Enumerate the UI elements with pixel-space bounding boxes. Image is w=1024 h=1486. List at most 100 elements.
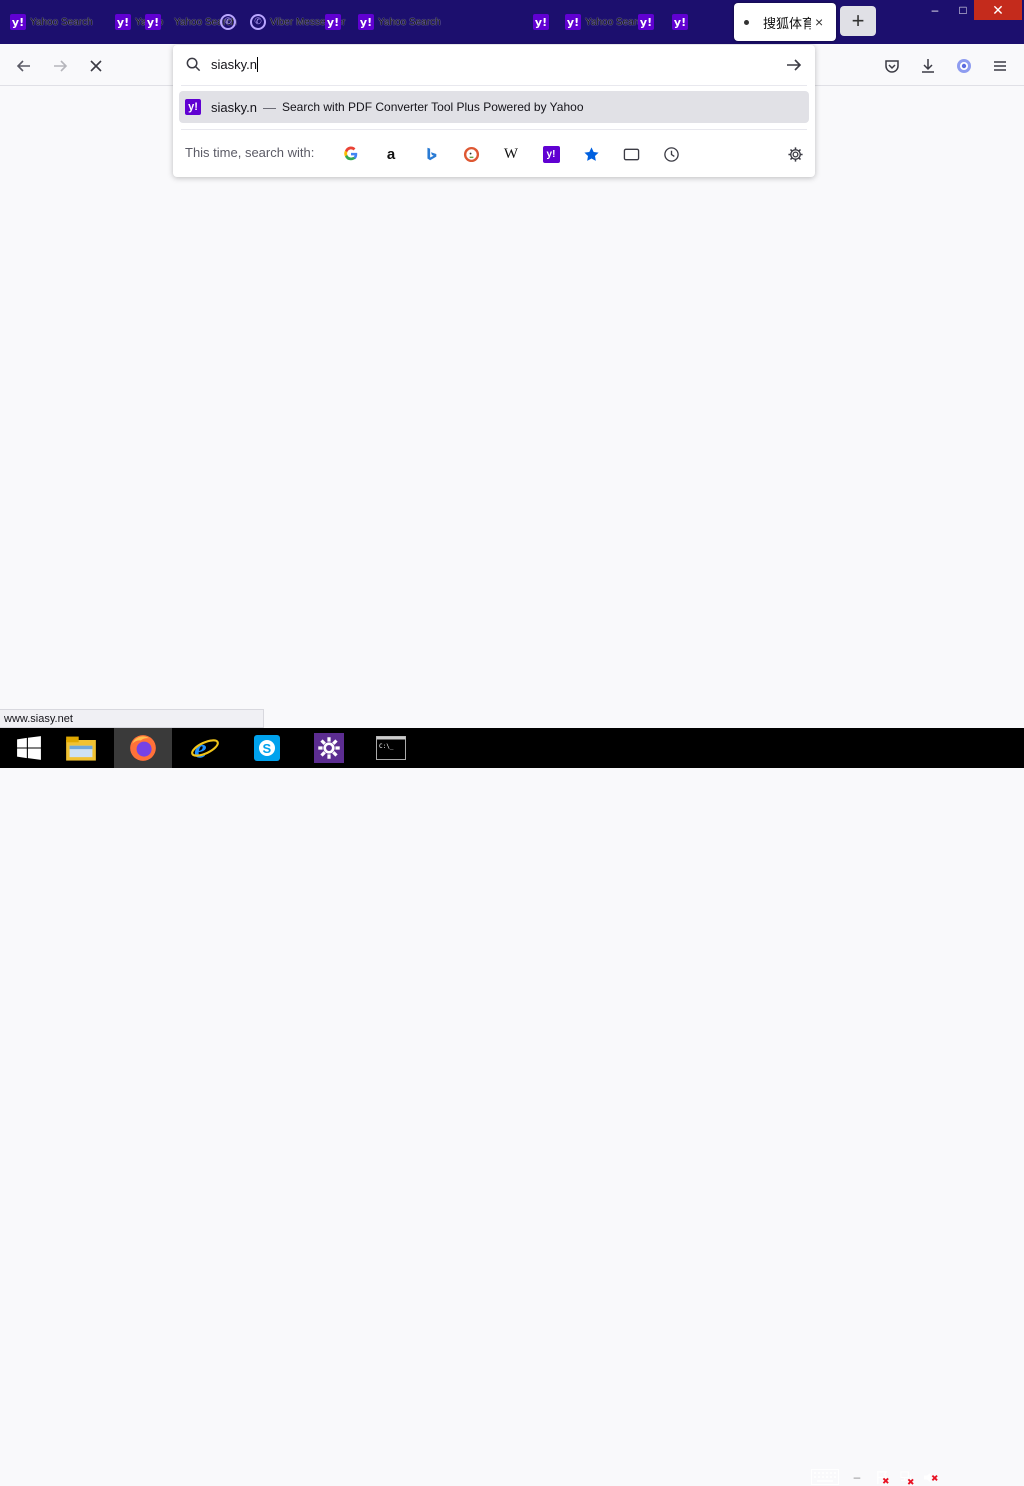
tray-separator: – xyxy=(853,1470,861,1484)
taskbar-internet-explorer[interactable]: e xyxy=(176,728,234,768)
yahoo-icon: y! xyxy=(565,14,581,30)
stop-icon xyxy=(90,60,102,72)
amazon-icon: a xyxy=(386,145,396,163)
yahoo-icon: y! xyxy=(358,14,374,30)
gear-icon xyxy=(787,146,803,162)
tab-bar: y!Yahoo Search y!Yahoo y! Yahoo Search ✆… xyxy=(0,0,1024,44)
close-window-button[interactable]: ✕ xyxy=(974,0,1022,20)
hamburger-menu-icon xyxy=(994,61,1006,71)
search-settings-button[interactable] xyxy=(785,144,805,164)
wikipedia-engine-button[interactable]: W xyxy=(501,144,521,164)
tab-title: 搜狐体育 xyxy=(763,15,811,31)
tab-yahoo-search-4[interactable]: y! Yahoo Search xyxy=(565,4,648,40)
tab-yahoo-6[interactable]: y! xyxy=(672,4,688,40)
text-caret xyxy=(257,57,258,72)
search-icon xyxy=(186,57,201,72)
urlbar-dropdown: siasky.n y! siasky.n — Search with PDF C… xyxy=(173,45,815,177)
tabs-icon xyxy=(623,148,639,160)
go-arrow-icon[interactable] xyxy=(785,56,803,74)
back-button[interactable] xyxy=(10,52,38,80)
divider xyxy=(181,129,807,130)
bing-icon xyxy=(427,147,437,161)
touch-keyboard-icon[interactable] xyxy=(810,1468,840,1486)
yahoo-icon: y! xyxy=(185,99,201,115)
file-explorer-icon xyxy=(66,736,96,761)
search-suggestion-row[interactable]: y! siasky.n — Search with PDF Converter … xyxy=(179,91,809,123)
bookmarks-star-icon xyxy=(583,146,599,161)
windows-logo-icon xyxy=(17,736,41,760)
yahoo-icon: y! xyxy=(542,145,560,163)
start-button[interactable] xyxy=(0,728,58,768)
tab-yahoo-search[interactable]: y! Yahoo Search xyxy=(10,4,93,40)
taskbar-file-explorer[interactable] xyxy=(52,728,110,768)
tab-title: Yahoo Search xyxy=(30,16,93,28)
extension-button[interactable] xyxy=(950,52,978,80)
taskbar-command-prompt[interactable]: C:\_ xyxy=(362,728,420,768)
action-center-flag-icon[interactable] xyxy=(874,1468,890,1486)
urlbar-input[interactable]: siasky.n xyxy=(173,45,815,85)
yahoo-icon: y! xyxy=(325,14,341,30)
viber-icon: ✆ xyxy=(250,14,266,30)
amazon-engine-button[interactable]: a xyxy=(381,144,401,164)
downloads-button[interactable] xyxy=(914,52,942,80)
forward-button[interactable] xyxy=(46,52,74,80)
bing-engine-button[interactable] xyxy=(421,144,441,164)
yahoo-icon: y! xyxy=(10,14,26,30)
tab-active[interactable]: 搜狐体育 × xyxy=(734,3,836,41)
tab-yahoo-3[interactable]: y! xyxy=(325,4,341,40)
tab-close-icon[interactable]: × xyxy=(815,14,823,30)
tab-yahoo-5[interactable]: y! xyxy=(638,4,654,40)
taskbar-skype[interactable]: S xyxy=(238,728,296,768)
tabs-button[interactable] xyxy=(621,144,641,164)
duckduckgo-icon xyxy=(463,146,479,162)
extension-icon xyxy=(957,59,971,73)
minimize-button[interactable]: – xyxy=(920,0,950,20)
skype-icon: S xyxy=(254,735,280,761)
taskbar: e S C:\_ – xyxy=(0,728,1024,1485)
firefox-icon xyxy=(130,735,156,761)
urlbar-text[interactable]: siasky.n xyxy=(211,57,258,72)
network-icon[interactable] xyxy=(898,1468,914,1486)
volume-muted-icon[interactable] xyxy=(922,1468,938,1486)
yahoo-icon: y! xyxy=(115,14,131,30)
pocket-icon xyxy=(885,60,899,73)
back-arrow-icon xyxy=(16,60,30,72)
tab-yahoo-search-3[interactable]: y! Yahoo Search xyxy=(358,4,441,40)
divider xyxy=(181,85,807,86)
wikipedia-icon: W xyxy=(503,145,519,162)
viber-icon: ✆ xyxy=(220,14,236,30)
svg-text:S: S xyxy=(263,741,272,756)
google-engine-button[interactable] xyxy=(341,144,361,164)
download-icon xyxy=(922,59,934,73)
yahoo-engine-button[interactable]: y! xyxy=(541,144,561,164)
suggestion-text: siasky.n xyxy=(211,99,257,115)
yahoo-icon: y! xyxy=(672,14,688,30)
tab-yahoo-4[interactable]: y! xyxy=(533,4,549,40)
internet-explorer-icon: e xyxy=(191,734,219,763)
tab-title: Yahoo Search xyxy=(378,16,441,28)
command-prompt-icon: C:\_ xyxy=(376,736,406,760)
pocket-button[interactable] xyxy=(878,52,906,80)
bookmarks-button[interactable] xyxy=(581,144,601,164)
suggestion-separator: — xyxy=(263,99,276,115)
stop-button[interactable] xyxy=(82,52,110,80)
history-clock-icon xyxy=(663,146,679,162)
one-off-search-label: This time, search with: xyxy=(185,145,315,160)
yahoo-icon: y! xyxy=(145,14,161,30)
google-icon xyxy=(344,146,358,161)
suggestion-action: Search with PDF Converter Tool Plus Powe… xyxy=(282,100,584,114)
taskbar-settings[interactable] xyxy=(300,728,358,768)
forward-arrow-icon xyxy=(54,60,68,72)
history-button[interactable] xyxy=(661,144,681,164)
tab-viber[interactable]: ✆ xyxy=(220,4,236,40)
status-bar: www.siasy.net xyxy=(0,709,264,728)
taskbar-firefox[interactable] xyxy=(114,728,172,768)
settings-gear-icon xyxy=(314,733,344,763)
tab-yahoo-2[interactable]: y! xyxy=(145,4,161,40)
new-tab-button[interactable]: + xyxy=(840,6,876,36)
loading-dot-icon xyxy=(744,19,749,25)
menu-button[interactable] xyxy=(986,52,1014,80)
page-content xyxy=(0,86,1024,728)
svg-text:C:\_: C:\_ xyxy=(379,743,394,750)
duckduckgo-engine-button[interactable] xyxy=(461,144,481,164)
